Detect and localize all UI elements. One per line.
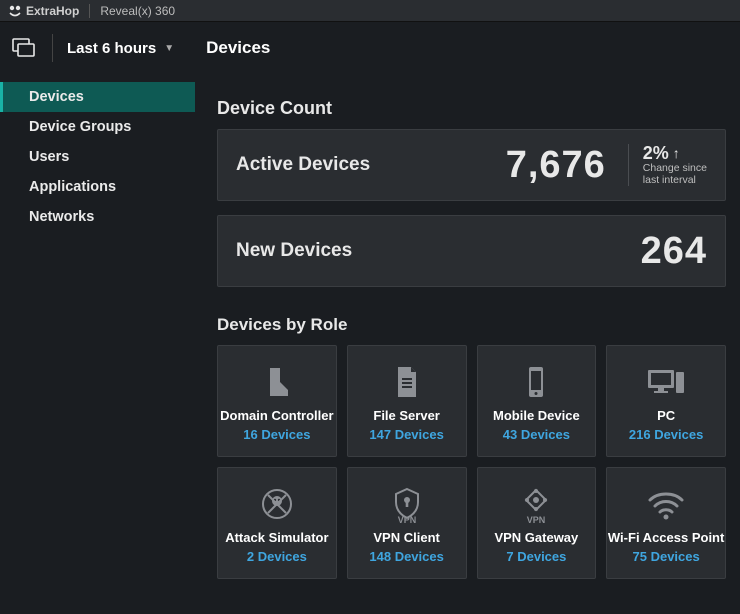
active-devices-value: 7,676 (506, 144, 606, 187)
role-name: VPN Gateway (494, 530, 578, 545)
roles-grid: Domain Controller 16 Devices File Server… (217, 345, 726, 579)
role-card-vpn-gateway[interactable]: VPN VPN Gateway 7 Devices (477, 467, 597, 579)
role-count: 7 Devices (506, 549, 566, 564)
wifi-ap-icon (644, 482, 688, 526)
role-name: PC (657, 408, 675, 423)
role-card-file-server[interactable]: File Server 147 Devices (347, 345, 467, 457)
role-name: VPN Client (373, 530, 439, 545)
sidebar-item-device-groups[interactable]: Device Groups (0, 112, 195, 142)
sidebar-item-users[interactable]: Users (0, 142, 195, 172)
svg-text:VPN: VPN (397, 515, 416, 525)
brand-logo: ExtraHop (8, 4, 79, 18)
role-count: 216 Devices (629, 427, 703, 442)
role-count: 75 Devices (633, 549, 700, 564)
dashboards-icon[interactable] (10, 38, 38, 58)
vpn-gateway-icon: VPN (515, 482, 557, 526)
sidebar-item-label: Device Groups (29, 119, 131, 135)
new-devices-label: New Devices (236, 240, 352, 262)
domain-controller-icon (257, 360, 297, 404)
device-count-title: Device Count (217, 98, 726, 119)
new-devices-card[interactable]: New Devices 264 (217, 215, 726, 287)
role-name: Attack Simulator (225, 530, 328, 545)
role-count: 2 Devices (247, 549, 307, 564)
devices-by-role-title: Devices by Role (217, 315, 726, 335)
brand-name: ExtraHop (26, 4, 79, 18)
controlbar-separator (52, 34, 53, 62)
page-title: Devices (206, 38, 270, 58)
product-name: Reveal(x) 360 (100, 4, 175, 18)
change-percent: 2% (643, 144, 669, 164)
brand-divider (89, 4, 90, 18)
brand-bar: ExtraHop Reveal(x) 360 (0, 0, 740, 22)
role-count: 148 Devices (369, 549, 443, 564)
role-card-vpn-client[interactable]: VPN VPN Client 148 Devices (347, 467, 467, 579)
chevron-down-icon: ▼ (164, 43, 174, 54)
sidebar-item-label: Applications (29, 179, 116, 195)
attack-simulator-icon (256, 482, 298, 526)
active-devices-card[interactable]: Active Devices 7,676 2% ↑ Change since l… (217, 129, 726, 201)
sidebar-item-label: Networks (29, 209, 94, 225)
sidebar-item-devices[interactable]: Devices (0, 82, 195, 112)
new-devices-value: 264 (641, 230, 707, 273)
role-card-attack-simulator[interactable]: Attack Simulator 2 Devices (217, 467, 337, 579)
sidebar-item-label: Users (29, 149, 69, 165)
vpn-client-icon: VPN (386, 482, 428, 526)
role-card-wifi-ap[interactable]: Wi-Fi Access Point 75 Devices (606, 467, 726, 579)
arrow-up-icon: ↑ (673, 146, 680, 161)
active-devices-label: Active Devices (236, 154, 370, 176)
svg-text:VPN: VPN (527, 515, 546, 525)
change-text-2: last interval (643, 175, 707, 187)
file-server-icon (387, 360, 427, 404)
control-bar: Last 6 hours ▼ Devices (0, 22, 740, 74)
role-count: 147 Devices (369, 427, 443, 442)
role-count: 43 Devices (503, 427, 570, 442)
role-card-pc[interactable]: PC 216 Devices (606, 345, 726, 457)
sidebar-item-label: Devices (29, 89, 84, 105)
extrahop-logo-icon (8, 4, 22, 18)
content: Device Count Active Devices 7,676 2% ↑ C… (195, 74, 740, 579)
sidebar: Devices Device Groups Users Applications… (0, 74, 195, 579)
sidebar-item-applications[interactable]: Applications (0, 172, 195, 202)
role-card-domain-controller[interactable]: Domain Controller 16 Devices (217, 345, 337, 457)
mobile-device-icon (516, 360, 556, 404)
time-range-label: Last 6 hours (67, 40, 156, 57)
role-card-mobile-device[interactable]: Mobile Device 43 Devices (477, 345, 597, 457)
role-name: File Server (373, 408, 440, 423)
sidebar-item-networks[interactable]: Networks (0, 202, 195, 232)
role-name: Mobile Device (493, 408, 580, 423)
pc-icon (643, 360, 689, 404)
role-count: 16 Devices (243, 427, 310, 442)
role-name: Wi-Fi Access Point (608, 530, 724, 545)
role-name: Domain Controller (220, 408, 333, 423)
active-devices-change: 2% ↑ Change since last interval (628, 144, 707, 187)
time-range-picker[interactable]: Last 6 hours ▼ (67, 40, 174, 57)
